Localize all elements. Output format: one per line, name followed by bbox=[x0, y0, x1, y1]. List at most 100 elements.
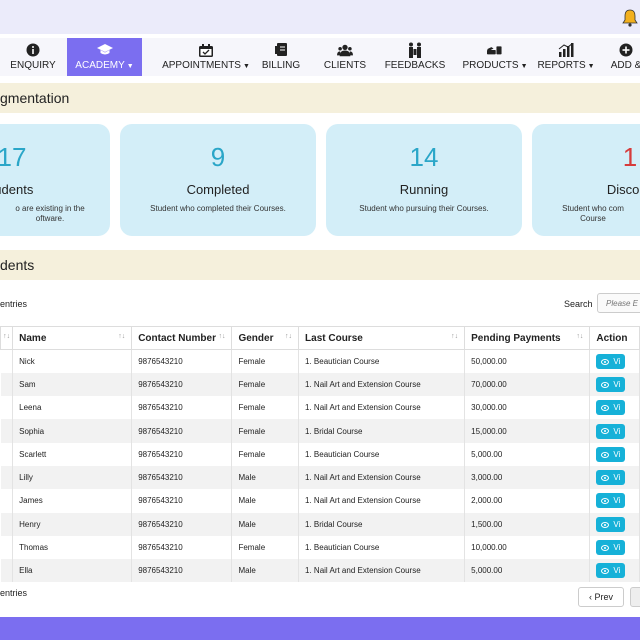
card-description: Student who com Course bbox=[562, 204, 624, 223]
nav-label: BILLING bbox=[261, 60, 301, 71]
gender-cell: Male bbox=[231, 512, 300, 536]
contact-cell: 9876543210 bbox=[131, 349, 233, 373]
nav-item-add[interactable]: ADD & bbox=[606, 38, 640, 76]
course-cell: 1. Nail Art and Extension Course bbox=[298, 465, 466, 490]
contact-cell: 9876543210 bbox=[131, 489, 233, 513]
nav-item-academy[interactable]: ACADEMY ▼ bbox=[67, 38, 142, 76]
sort-icon: ↑↓ bbox=[451, 333, 459, 340]
gender-cell: Female bbox=[231, 535, 300, 560]
segmentation-title: gmentation bbox=[0, 90, 70, 106]
action-cell: Vi bbox=[589, 465, 640, 490]
nav-label: CLIENTS bbox=[323, 60, 367, 71]
index-cell bbox=[0, 442, 14, 466]
students-table: ↑↓ Name ↑↓ Contact Number ↑↓ Gender ↑↓ Last… bbox=[0, 326, 640, 583]
search-input[interactable] bbox=[597, 293, 640, 313]
chevron-down-icon: ▼ bbox=[242, 63, 250, 70]
entries-selector[interactable]: entries bbox=[0, 299, 27, 309]
table-row: Nick 9876543210 Female 1. Beautician Course… bbox=[0, 349, 640, 373]
view-button[interactable]: Vi bbox=[596, 376, 626, 392]
course-cell: 1. Beautician Course bbox=[298, 349, 466, 373]
view-button[interactable]: Vi bbox=[596, 563, 626, 579]
action-cell: Vi bbox=[589, 419, 640, 443]
sort-icon: ↑↓ bbox=[118, 333, 126, 340]
column-header-name[interactable]: Name ↑↓ bbox=[12, 326, 133, 350]
gender-cell: Female bbox=[231, 372, 300, 397]
index-cell bbox=[0, 396, 14, 420]
nav-item-products[interactable]: PRODUCTS ▼ bbox=[462, 38, 528, 76]
name-cell: Nick bbox=[12, 349, 133, 373]
gender-cell: Male bbox=[231, 559, 300, 583]
prev-page-button[interactable]: ‹ Prev bbox=[578, 587, 624, 607]
card-number: 17 bbox=[0, 142, 27, 172]
view-button[interactable]: Vi bbox=[596, 423, 626, 439]
gender-cell: Female bbox=[231, 442, 300, 466]
pending-cell: 10,000.00 bbox=[464, 535, 591, 560]
nav-item-appointments[interactable]: APPOINTMENTS ▼ bbox=[160, 38, 252, 76]
eye-icon bbox=[601, 428, 610, 435]
view-button[interactable]: Vi bbox=[596, 540, 626, 556]
total-students-card: 17 tudents o are existing in the oftware… bbox=[0, 124, 110, 236]
pending-cell: 3,000.00 bbox=[464, 465, 591, 490]
column-header-last-course[interactable]: Last Course ↑↓ bbox=[298, 326, 466, 350]
nav-item-billing[interactable]: BILLING bbox=[256, 38, 306, 76]
view-label: Vi bbox=[613, 543, 621, 553]
index-cell bbox=[0, 559, 14, 583]
calendar-icon bbox=[198, 43, 214, 57]
discontinued-card: 1 Disconti Student who com Course bbox=[532, 124, 640, 236]
action-cell: Vi bbox=[589, 512, 640, 536]
feedback-icon bbox=[407, 42, 423, 58]
pending-cell: 5,000.00 bbox=[464, 559, 591, 583]
name-cell: Leena bbox=[12, 396, 133, 420]
nav-item-clients[interactable]: CLIENTS bbox=[318, 38, 372, 76]
column-header-gender[interactable]: Gender ↑↓ bbox=[231, 326, 300, 350]
column-header-index[interactable]: ↑↓ bbox=[0, 326, 14, 350]
nav-item-feedbacks[interactable]: FEEDBACKS bbox=[384, 38, 446, 76]
view-button[interactable]: Vi bbox=[596, 470, 626, 486]
view-button[interactable]: Vi bbox=[596, 493, 626, 509]
column-header-contact[interactable]: Contact Number ↑↓ bbox=[131, 326, 233, 350]
nav-label: ENQUIRY bbox=[10, 60, 56, 71]
segmentation-header: gmentation bbox=[0, 83, 640, 113]
view-label: Vi bbox=[613, 426, 621, 436]
next-page-button[interactable] bbox=[630, 587, 640, 607]
entries-info: entries bbox=[0, 588, 28, 598]
nav-item-reports[interactable]: REPORTS ▼ bbox=[537, 38, 595, 76]
reports-icon bbox=[558, 43, 574, 57]
view-button[interactable]: Vi bbox=[596, 446, 626, 462]
column-header-action: Action bbox=[589, 326, 640, 350]
chevron-down-icon: ▼ bbox=[587, 63, 595, 70]
contact-cell: 9876543210 bbox=[131, 535, 233, 560]
add-icon bbox=[618, 43, 634, 57]
course-cell: 1. Beautician Course bbox=[298, 535, 466, 560]
running-card: 14 Running Student who pursuing their Co… bbox=[326, 124, 522, 236]
view-label: Vi bbox=[613, 519, 621, 529]
index-cell bbox=[0, 535, 14, 560]
contact-cell: 9876543210 bbox=[131, 372, 233, 397]
nav-item-enquiry[interactable]: ENQUIRY bbox=[0, 38, 66, 76]
view-button[interactable]: Vi bbox=[596, 516, 626, 532]
card-label: Disconti bbox=[606, 182, 640, 197]
name-cell: Lilly bbox=[12, 465, 133, 490]
pending-cell: 70,000.00 bbox=[464, 372, 591, 397]
view-button[interactable]: Vi bbox=[596, 353, 626, 369]
completed-card: 9 Completed Student who completed their … bbox=[120, 124, 316, 236]
billing-icon bbox=[273, 43, 289, 57]
table-header-row: ↑↓ Name ↑↓ Contact Number ↑↓ Gender ↑↓ Last… bbox=[0, 326, 640, 350]
view-label: Vi bbox=[613, 379, 621, 389]
products-icon bbox=[487, 43, 503, 57]
index-cell bbox=[0, 465, 14, 490]
students-title: dents bbox=[0, 257, 35, 273]
pending-cell: 5,000.00 bbox=[464, 442, 591, 466]
column-header-pending-payments[interactable]: Pending Payments ↑↓ bbox=[464, 326, 591, 350]
card-label: Running bbox=[399, 182, 449, 197]
index-cell bbox=[0, 489, 14, 513]
page: ENQUIRY ACADEMY ▼ APPOINTMENTS ▼ BILLING C bbox=[0, 0, 640, 640]
bell-icon[interactable] bbox=[622, 9, 638, 27]
nav-label: ADD & bbox=[610, 60, 640, 71]
info-icon bbox=[25, 43, 41, 57]
eye-icon bbox=[601, 568, 610, 575]
students-header: dents bbox=[0, 250, 640, 280]
table-row: Ella 9876543210 Male 1. Nail Art and Extens… bbox=[0, 559, 640, 583]
view-button[interactable]: Vi bbox=[596, 400, 626, 416]
table-row: James 9876543210 Male 1. Nail Art and Exten… bbox=[0, 489, 640, 513]
